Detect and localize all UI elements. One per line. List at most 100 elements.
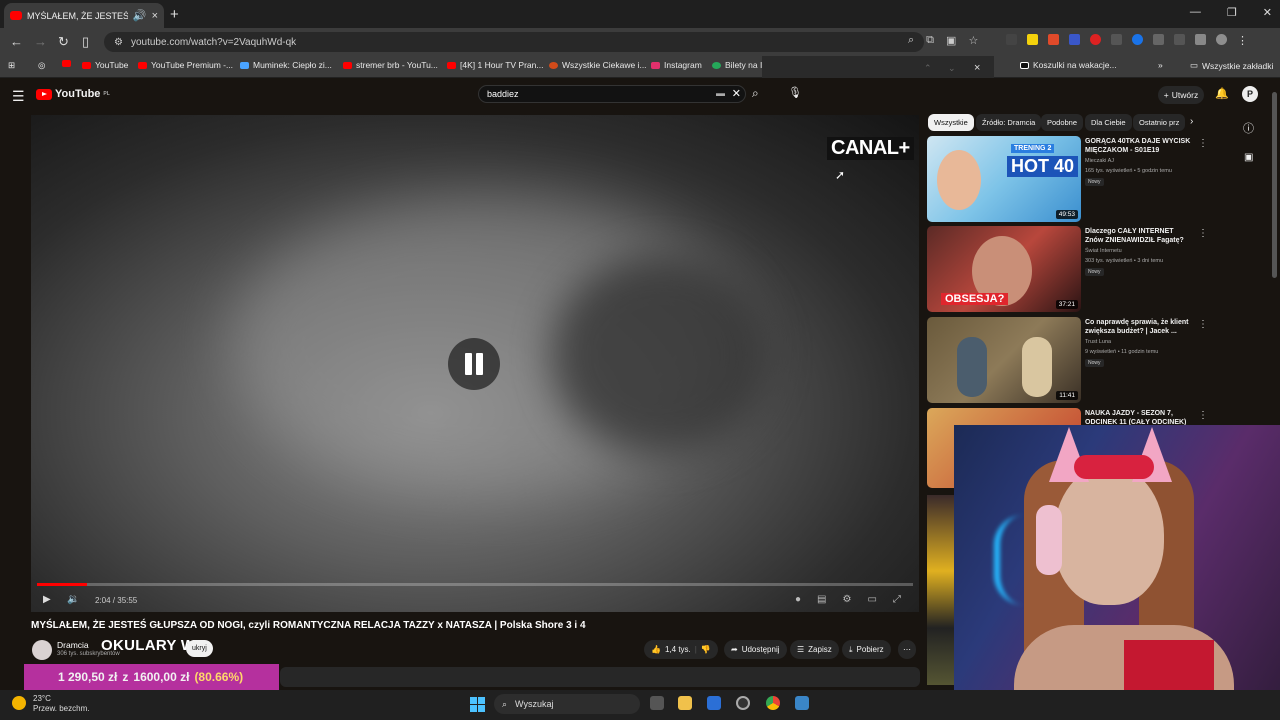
recommendation-thumbnail[interactable]: OBSESJA? 37:21 xyxy=(927,226,1081,312)
subtitles-icon[interactable]: ▤ xyxy=(817,594,826,605)
omnibox[interactable]: ⚙ youtube.com/watch?v=2VaquhWd-qk xyxy=(104,32,924,52)
chip-for-you[interactable]: Dla Ciebie xyxy=(1085,114,1132,131)
media-icon[interactable] xyxy=(1174,34,1185,45)
description-box[interactable] xyxy=(280,667,920,687)
reload-icon[interactable]: ↻ xyxy=(58,34,69,50)
bookmarks-more-icon[interactable]: » xyxy=(1158,60,1163,70)
file-explorer-icon[interactable] xyxy=(678,696,692,710)
create-button[interactable]: + Utwórz xyxy=(1158,86,1204,104)
extension-icon[interactable] xyxy=(1048,34,1059,45)
menu-hamburger-icon[interactable]: ☰ xyxy=(12,88,25,105)
more-options-icon[interactable]: ⋮ xyxy=(1198,319,1208,330)
apps-grid-icon[interactable]: ⊞ xyxy=(8,60,15,71)
reading-list-icon[interactable] xyxy=(1195,34,1206,45)
search-icon[interactable]: ⌕ xyxy=(752,86,759,101)
extension-icon[interactable] xyxy=(1069,34,1080,45)
taskbar-search[interactable]: ⌕ Wyszukaj xyxy=(494,694,640,714)
more-options-icon[interactable]: ⋮ xyxy=(1198,410,1208,421)
recommendation-title[interactable]: GORĄCA 40TKA DAJE WYCISK MIĘCZAKOM - S01… xyxy=(1085,137,1193,155)
extension-icon[interactable] xyxy=(1132,34,1143,45)
youtube-logo[interactable]: YouTube PL xyxy=(36,88,110,100)
bookmark-item[interactable]: YouTube xyxy=(82,60,128,70)
install-icon[interactable]: ⧉ xyxy=(926,34,934,47)
theater-mode-icon[interactable]: ▭ xyxy=(867,594,876,605)
extension-icon[interactable] xyxy=(1090,34,1101,45)
autoplay-toggle-icon[interactable]: ● xyxy=(795,594,801,605)
like-button[interactable]: 👍 1,4 tys. | 👎 xyxy=(644,640,718,659)
bookmark-item[interactable]: [4K] 1 Hour TV Pran... xyxy=(447,60,543,70)
settings-gear-icon[interactable]: ⚙ xyxy=(843,594,852,605)
all-bookmarks[interactable]: ▭ Wszystkie zakładki xyxy=(1190,60,1273,71)
weather-sun-icon[interactable] xyxy=(12,696,26,710)
bookmark-item[interactable]: Muminek: Ciepło zi... xyxy=(240,60,332,70)
maximize-icon[interactable]: ❐ xyxy=(1227,6,1237,19)
search-input[interactable]: baddiez ▬ ✕ xyxy=(478,85,746,103)
bookmark-item[interactable]: Instagram xyxy=(651,60,702,70)
recommendation-thumbnail[interactable]: TRENING 2 HOT 40 49:53 xyxy=(927,136,1081,222)
hide-button[interactable]: ukryj xyxy=(186,640,213,657)
store-icon[interactable] xyxy=(707,696,721,710)
chrome-icon[interactable] xyxy=(766,696,780,710)
find-prev-icon[interactable]: ⌃ xyxy=(924,63,932,74)
download-button[interactable]: ⤓ Pobierz xyxy=(842,640,891,659)
bookmark-item[interactable]: Wszystkie Ciekawe i... xyxy=(549,60,647,70)
thumbs-down-icon[interactable]: 👎 xyxy=(701,645,711,654)
app-icon[interactable] xyxy=(736,696,750,710)
recommendation-title[interactable]: Co naprawdę sprawia, że klient zwiększa … xyxy=(1085,318,1193,336)
profile-icon[interactable] xyxy=(1216,34,1227,45)
site-info-icon[interactable]: ⚙ xyxy=(114,37,123,48)
recommendation-channel[interactable]: Trust Luna xyxy=(1085,339,1111,345)
recommendation-channel[interactable]: Mieczaki AJ xyxy=(1085,158,1114,164)
bookmark-item[interactable]: stremer brb - YouTu... xyxy=(343,60,438,70)
microphone-icon[interactable]: 🎙 xyxy=(788,86,802,99)
tab-close-icon[interactable]: × xyxy=(152,10,158,22)
speaker-icon[interactable]: 🔊 xyxy=(133,9,147,22)
bookmark-item[interactable]: Koszulki na wakacje... xyxy=(1020,60,1117,70)
share-button[interactable]: ➦ Udostępnij xyxy=(724,640,787,659)
recommendation-title[interactable]: Dlaczego CAŁY INTERNET Znów ZNIENAWIDZIŁ… xyxy=(1085,227,1193,245)
more-options-icon[interactable]: ⋮ xyxy=(1198,228,1208,239)
bookmark-item[interactable]: YouTube Premium -... xyxy=(138,60,233,70)
zoom-icon[interactable]: ⌕ xyxy=(908,34,914,47)
play-icon[interactable]: ▶ xyxy=(43,594,51,605)
bookmark-star-icon[interactable]: ☆ xyxy=(968,34,978,47)
avatar[interactable]: P xyxy=(1242,86,1258,102)
save-button[interactable]: ☰ Zapisz xyxy=(790,640,839,659)
menu-kebab-icon[interactable]: ⋮ xyxy=(1237,34,1248,47)
volume-icon[interactable]: 🔉 xyxy=(67,594,79,605)
channel-name[interactable]: Dramcia xyxy=(57,640,89,650)
find-next-icon[interactable]: ⌄ xyxy=(948,63,956,74)
extension-icon[interactable] xyxy=(1111,34,1122,45)
pause-icon[interactable] xyxy=(448,338,500,390)
progress-bar[interactable] xyxy=(37,583,913,586)
chip-related[interactable]: Podobne xyxy=(1041,114,1084,131)
task-view-icon[interactable] xyxy=(650,696,664,710)
extension-icon[interactable] xyxy=(1027,34,1038,45)
find-close-icon[interactable]: × xyxy=(974,62,980,74)
bookmark-item[interactable]: Bilety na I xyxy=(712,60,762,70)
chip-source[interactable]: Źródło: Dramcia xyxy=(976,114,1042,131)
chip-all[interactable]: Wszystkie xyxy=(928,114,974,131)
windows-start-icon[interactable] xyxy=(470,697,485,712)
info-icon[interactable]: ⓘ xyxy=(1243,120,1254,136)
chevron-right-icon[interactable]: › xyxy=(1190,116,1193,127)
close-window-icon[interactable]: ✕ xyxy=(1263,6,1272,19)
recommendation-channel[interactable]: Świat Internetu xyxy=(1085,248,1122,254)
new-tab-button[interactable]: + xyxy=(170,6,179,23)
chat-icon[interactable]: ▣ xyxy=(1244,152,1253,163)
sidepanel-icon[interactable]: ▯ xyxy=(82,34,89,50)
channel-avatar[interactable] xyxy=(32,640,52,660)
bookmark-icon[interactable]: ◎ xyxy=(38,60,45,71)
clear-search-icon[interactable]: ✕ xyxy=(732,87,741,100)
fullscreen-icon[interactable]: ⤢ xyxy=(893,594,901,605)
notifications-bell-icon[interactable]: 🔔 xyxy=(1215,87,1229,100)
weather-widget[interactable]: 23°C Przew. bezchm. xyxy=(33,694,89,714)
chip-recent[interactable]: Ostatnio prz xyxy=(1133,114,1186,131)
more-actions-icon[interactable]: ⋯ xyxy=(898,640,916,659)
extension-icon[interactable] xyxy=(1006,34,1017,45)
recommendation-thumbnail-partial[interactable] xyxy=(927,495,955,685)
save-page-icon[interactable]: ▣ xyxy=(946,34,956,47)
notepad-icon[interactable] xyxy=(795,696,809,710)
more-options-icon[interactable]: ⋮ xyxy=(1198,138,1208,149)
browser-tab-active[interactable]: MYŚLAŁEM, ŻE JESTEŚ GŁUPSZA 🔊 × xyxy=(4,3,164,28)
